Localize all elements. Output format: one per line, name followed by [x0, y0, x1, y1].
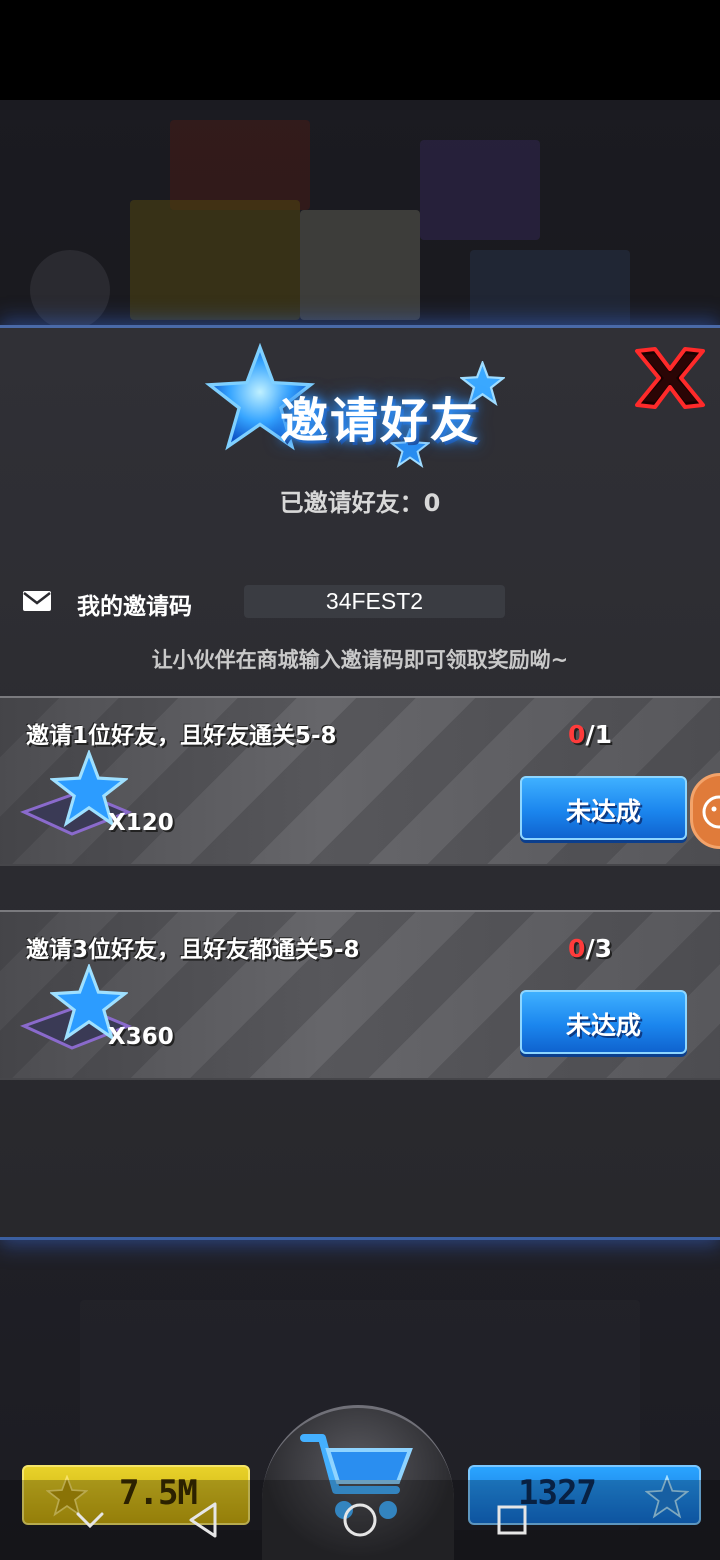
reward-quantity: X360 [108, 1024, 174, 1050]
task-status-button[interactable]: 未达成 [520, 990, 687, 1054]
task-status-label: 未达成 [565, 797, 641, 826]
chevron-down-icon[interactable] [68, 1498, 112, 1542]
dim-overlay [0, 100, 720, 325]
task-progress-done: 0 [568, 934, 586, 963]
back-icon[interactable] [183, 1498, 227, 1542]
task-progress-total: /3 [585, 934, 612, 963]
invite-code-field[interactable]: 34FEST2 [244, 585, 505, 618]
close-x-icon[interactable] [633, 345, 707, 411]
task-status-button[interactable]: 未达成 [520, 776, 687, 840]
invite-code-label: 我的邀请码 [77, 594, 192, 620]
invite-code-value: 34FEST2 [325, 588, 424, 614]
task-title: 邀请1位好友，且好友通关5-8 [26, 723, 337, 749]
task-status-label: 未达成 [565, 1011, 641, 1040]
reward-quantity: X120 [108, 810, 174, 836]
task-title: 邀请3位好友，且好友都通关5-8 [26, 937, 360, 963]
popup-title: 邀请好友 [205, 343, 515, 468]
invite-task-card: 邀请3位好友，且好友都通关5-8 0/3 X360 未达成 [0, 910, 720, 1080]
task-progress: 0/3 [540, 934, 640, 963]
mail-icon [23, 591, 51, 611]
task-progress-done: 0 [568, 720, 586, 749]
invite-friends-popup: 邀请好友 已邀请好友：0 我的邀请码 34FEST2 让小伙伴在商城输入邀请码即… [0, 325, 720, 1240]
home-icon[interactable] [338, 1498, 382, 1542]
status-bar [0, 0, 720, 100]
task-progress-total: /1 [585, 720, 612, 749]
invite-task-card: 邀请1位好友，且好友通关5-8 0/1 X120 未达成 [0, 696, 720, 866]
invited-count-text: 已邀请好友：0 [279, 489, 441, 517]
recents-icon[interactable] [490, 1498, 534, 1542]
face-icon [702, 795, 720, 829]
system-nav-bar [0, 1480, 720, 1560]
task-progress: 0/1 [540, 720, 640, 749]
popup-title-text: 邀请好友 [279, 393, 480, 449]
invite-hint-text: 让小伙伴在商城输入邀请码即可领取奖励呦~ [151, 648, 569, 672]
